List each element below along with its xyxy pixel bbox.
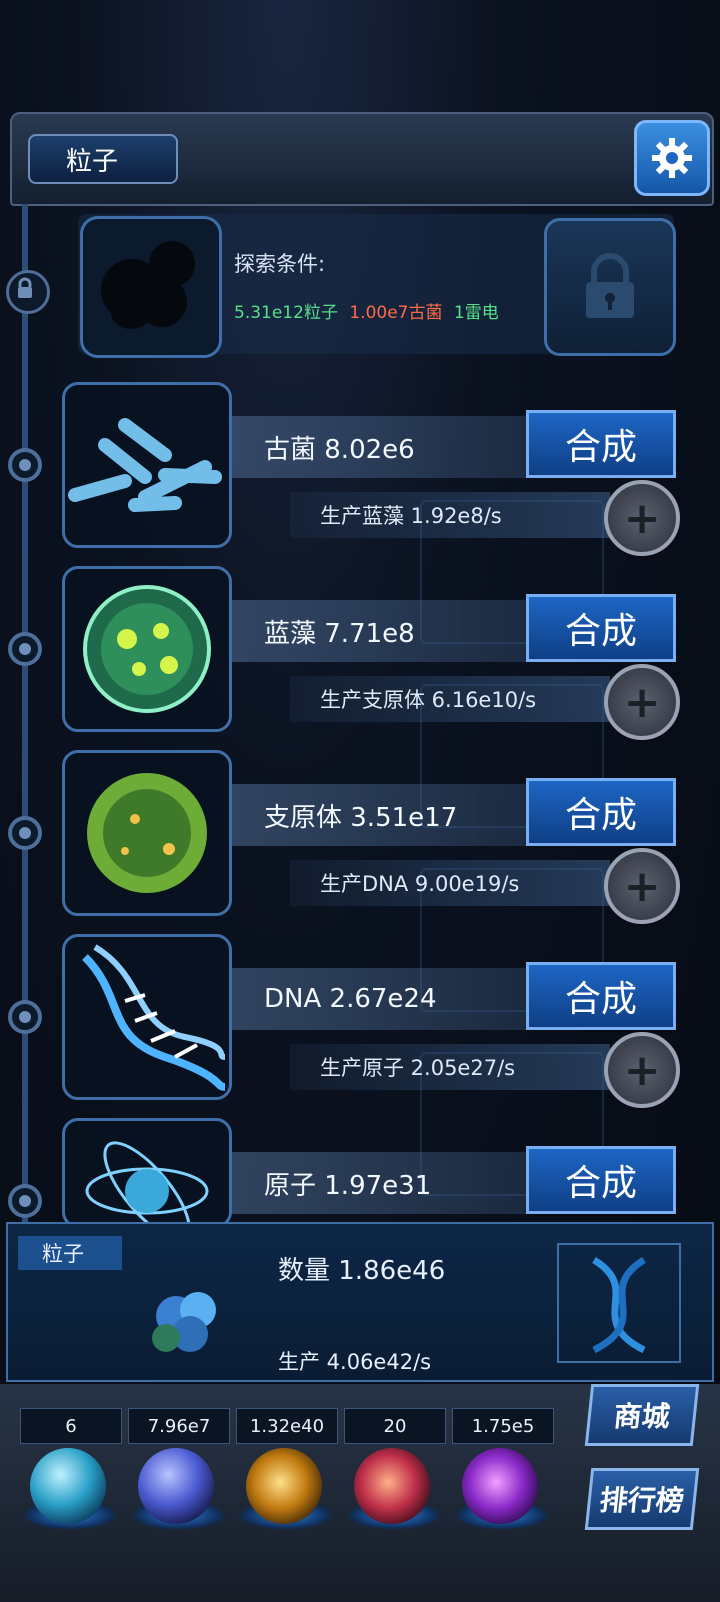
page-title: 粒子: [28, 134, 178, 184]
item-production-cyanobacteria: 生产支原体 6.16e10/s: [290, 676, 610, 722]
energy-orb-icon[interactable]: [246, 1448, 322, 1524]
item-name-cyanobacteria: 蓝藻 7.71e8: [232, 600, 532, 662]
upgrade-button-dna[interactable]: +: [604, 1032, 680, 1108]
condition-thunder: 1雷电: [453, 303, 499, 323]
current-item-production: 生产 4.06e42/s: [278, 1350, 432, 1374]
resource-count-particle: 6: [20, 1408, 122, 1444]
gear-icon: [652, 138, 692, 178]
item-name-archaea: 古菌 8.02e6: [232, 416, 532, 478]
resource-count-energy: 1.32e40: [236, 1408, 338, 1444]
upgrade-button-cyanobacteria[interactable]: +: [604, 664, 680, 740]
vortex-orb-icon[interactable]: [462, 1448, 538, 1524]
leaderboard-button[interactable]: 排行榜: [584, 1468, 700, 1530]
synthesize-button-atom[interactable]: 合成: [526, 1146, 676, 1214]
upgrade-button-archaea[interactable]: +: [604, 480, 680, 556]
particle-cluster-icon: [136, 1276, 246, 1370]
locked-button[interactable]: [544, 218, 676, 356]
locked-item-silhouette: [80, 216, 222, 358]
condition-particles: 5.31e12粒子: [234, 303, 338, 323]
item-name-dna: DNA 2.67e24: [232, 968, 532, 1030]
plus-icon: +: [623, 492, 661, 544]
item-icon-archaea[interactable]: [62, 382, 232, 548]
settings-button[interactable]: [634, 120, 710, 196]
lock-icon: [586, 253, 634, 318]
synthesize-button-archaea[interactable]: 合成: [526, 410, 676, 478]
synthesize-button-dna[interactable]: 合成: [526, 962, 676, 1030]
current-item-tag: 粒子: [18, 1236, 122, 1270]
item-production-dna: 生产原子 2.05e27/s: [290, 1044, 610, 1090]
condition-archaea: 1.00e7古菌: [349, 303, 443, 323]
progress-rail: [22, 204, 28, 1244]
plus-icon: +: [623, 676, 661, 728]
brain-orb-icon[interactable]: [354, 1448, 430, 1524]
item-name-atom: 原子 1.97e31: [232, 1152, 532, 1214]
explore-condition-label: 探索条件:: [234, 252, 326, 276]
synthesize-button-cyanobacteria[interactable]: 合成: [526, 594, 676, 662]
synthesize-button-mycoplasma[interactable]: 合成: [526, 778, 676, 846]
rail-lock-icon: [6, 270, 50, 314]
item-production-archaea: 生产蓝藻 1.92e8/s: [290, 492, 610, 538]
rail-node: [8, 816, 42, 850]
plus-icon: +: [623, 1044, 661, 1096]
thunder-orb-icon[interactable]: [138, 1448, 214, 1524]
rail-node: [8, 448, 42, 482]
item-icon-dna[interactable]: [62, 934, 232, 1100]
current-item-count: 数量 1.86e46: [278, 1256, 446, 1286]
item-icon-mycoplasma[interactable]: [62, 750, 232, 916]
item-name-mycoplasma: 支原体 3.51e17: [232, 784, 532, 846]
particle-orb-icon[interactable]: [30, 1448, 106, 1524]
item-icon-cyanobacteria[interactable]: [62, 566, 232, 732]
resource-count-brain: 20: [344, 1408, 446, 1444]
item-production-mycoplasma: 生产DNA 9.00e19/s: [290, 860, 610, 906]
item-icon-atom[interactable]: [62, 1118, 232, 1228]
shop-button[interactable]: 商城: [584, 1384, 700, 1446]
rail-node: [8, 1000, 42, 1034]
explore-conditions: 5.31e12粒子 1.00e7古菌 1雷电: [234, 298, 499, 323]
dna-emblem-icon: [554, 1240, 684, 1370]
plus-icon: +: [623, 860, 661, 912]
resource-count-vortex: 1.75e5: [452, 1408, 554, 1444]
rail-node: [8, 632, 42, 666]
upgrade-button-mycoplasma[interactable]: +: [604, 848, 680, 924]
resource-count-thunder: 7.96e7: [128, 1408, 230, 1444]
rail-node: [8, 1184, 42, 1218]
